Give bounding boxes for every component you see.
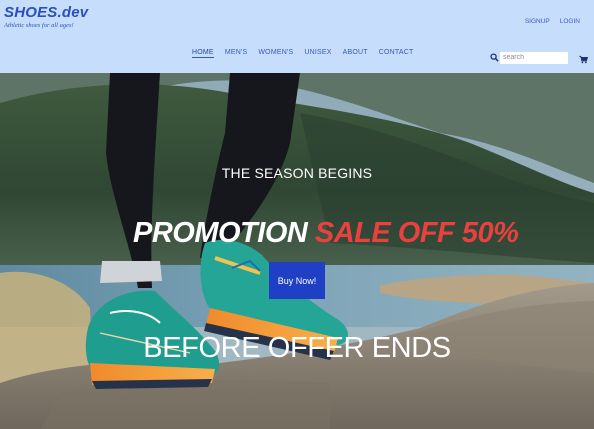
headline-sale: SALE OFF 50% xyxy=(314,217,519,249)
brand-tagline: Athletic shoes for all ages! xyxy=(4,22,74,29)
nav-item-about[interactable]: ABOUT xyxy=(343,49,368,58)
hero-offer-deadline: BEFORE OFFER ENDS xyxy=(143,332,451,364)
brand-name[interactable]: SHOES.dev xyxy=(4,4,88,21)
nav-item-contact[interactable]: CONTACT xyxy=(379,49,414,58)
search-box xyxy=(490,51,568,64)
cart-icon[interactable] xyxy=(579,55,588,64)
nav-item-mens[interactable]: MEN'S xyxy=(225,49,248,58)
login-link[interactable]: LOGIN xyxy=(560,18,580,25)
search-icon[interactable] xyxy=(490,53,499,62)
hero-headline: PROMOTION SALE OFF 50% xyxy=(133,217,519,250)
nav-item-womens[interactable]: WOMEN'S xyxy=(258,49,293,58)
hero-kicker: THE SEASON BEGINS xyxy=(221,165,373,181)
hero-background-image xyxy=(0,73,594,429)
auth-links: SIGNUP LOGIN xyxy=(525,18,580,25)
search-input[interactable] xyxy=(500,51,568,64)
nav-item-unisex[interactable]: UNISEX xyxy=(304,49,331,58)
main-nav: HOME MEN'S WOMEN'S UNISEX ABOUT CONTACT xyxy=(192,49,414,58)
nav-item-home[interactable]: HOME xyxy=(192,49,214,58)
headline-promotion: PROMOTION xyxy=(133,217,315,249)
site-header: SHOES.dev Athletic shoes for all ages! S… xyxy=(0,0,594,73)
signup-link[interactable]: SIGNUP xyxy=(525,18,550,25)
buy-now-button[interactable]: Buy Now! xyxy=(269,262,325,299)
hero-banner: THE SEASON BEGINS PROMOTION SALE OFF 50%… xyxy=(0,73,594,429)
brand[interactable]: SHOES.dev Athletic shoes for all ages! xyxy=(4,4,88,29)
